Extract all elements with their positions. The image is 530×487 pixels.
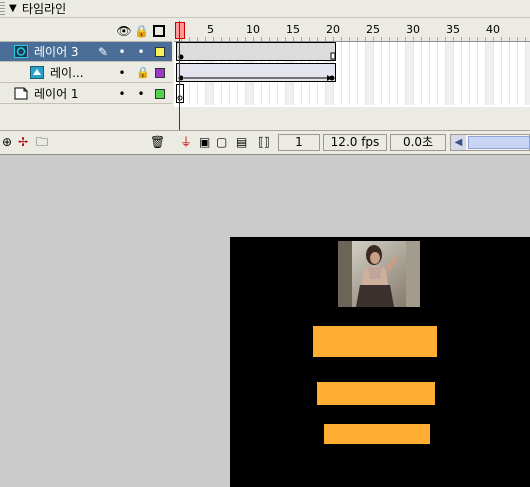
panel-grip[interactable] bbox=[0, 2, 5, 16]
delete-layer-icon[interactable]: 🗑 bbox=[150, 135, 165, 149]
layer-icon-movieclip bbox=[14, 45, 28, 58]
playhead[interactable] bbox=[175, 22, 185, 39]
photo-image bbox=[338, 241, 420, 307]
frame-ruler[interactable]: 1 5 10 15 20 25 30 35 40 bbox=[174, 21, 530, 42]
frames-area[interactable]: 1 5 10 15 20 25 30 35 40 bbox=[174, 21, 530, 107]
layer-3-frame-span[interactable] bbox=[176, 42, 336, 61]
ruler-label: 40 bbox=[486, 23, 500, 36]
timeline-status-bar: ⊕ ✢ 🗀 🗑 ⏚ ▣ ▢ ▤ ⟦⟧ 1 12.0 fps 0.0초 ◀ bbox=[0, 130, 530, 154]
ruler-label: 10 bbox=[246, 23, 260, 36]
menu-bar-3[interactable] bbox=[324, 424, 430, 444]
scroll-left-arrow-icon[interactable]: ◀ bbox=[451, 135, 466, 150]
ruler-label: 15 bbox=[286, 23, 300, 36]
modify-onion-markers-icon[interactable]: ⟦⟧ bbox=[258, 135, 270, 149]
timeline-panel: ▼ 타임라인 👁 🔒 레이어 3 ✎ • • 레이... • 🔒 레이어 1 •… bbox=[0, 0, 530, 155]
layer-name[interactable]: 레이... bbox=[50, 65, 84, 81]
collapse-arrow-icon[interactable]: ▼ bbox=[9, 1, 17, 17]
pencil-icon: ✎ bbox=[98, 45, 109, 59]
edit-multiple-frames-icon[interactable]: ▤ bbox=[236, 135, 247, 149]
keyframe-markers bbox=[178, 52, 336, 60]
panel-title[interactable]: 타임라인 bbox=[22, 1, 66, 17]
visibility-dot[interactable]: • bbox=[117, 65, 127, 81]
outline-color-swatch[interactable] bbox=[155, 89, 165, 99]
onion-skin-icon[interactable]: ▣ bbox=[199, 135, 210, 149]
frame-rate-field[interactable]: 12.0 fps bbox=[323, 134, 387, 151]
visibility-dot[interactable]: • bbox=[117, 44, 127, 60]
onion-skin-outlines-icon[interactable]: ▢ bbox=[216, 135, 227, 149]
ruler-label: 20 bbox=[326, 23, 340, 36]
layer-name[interactable]: 레이어 1 bbox=[34, 86, 79, 102]
current-frame-field: 1 bbox=[278, 134, 320, 151]
outline-all-icon[interactable] bbox=[153, 25, 165, 37]
add-motion-guide-icon[interactable]: ✢ bbox=[18, 135, 28, 149]
ruler-label: 5 bbox=[207, 23, 214, 36]
layer-1-keyframe[interactable] bbox=[176, 84, 188, 103]
menu-bar-2[interactable] bbox=[317, 382, 435, 405]
lock-all-icon[interactable]: 🔒 bbox=[134, 22, 149, 40]
tween-arrow bbox=[178, 75, 335, 81]
layer-list-header: 👁 🔒 bbox=[0, 21, 172, 42]
layer-2-tween-span[interactable] bbox=[176, 63, 336, 82]
insert-layer-icon[interactable]: ⊕ bbox=[2, 135, 12, 149]
lock-dot[interactable]: • bbox=[136, 86, 146, 102]
timeline-horizontal-scrollbar[interactable]: ◀ bbox=[450, 134, 530, 151]
visibility-dot[interactable]: • bbox=[117, 86, 127, 102]
insert-folder-icon[interactable]: 🗀 bbox=[36, 135, 48, 149]
layer-row-1[interactable]: 레이어 1 • • bbox=[0, 84, 172, 104]
mask-layer-icon bbox=[30, 66, 44, 79]
ruler-label: 30 bbox=[406, 23, 420, 36]
center-frame-icon[interactable]: ⏚ bbox=[180, 135, 192, 149]
photo-thumbnail[interactable] bbox=[338, 241, 420, 307]
outline-color-swatch[interactable] bbox=[155, 47, 165, 57]
outline-color-swatch[interactable] bbox=[155, 68, 165, 78]
menu-bar-1[interactable] bbox=[313, 326, 437, 357]
layer-row-2[interactable]: 레이... • 🔒 bbox=[0, 63, 172, 83]
guide-layer-icon bbox=[14, 87, 28, 100]
layer-row-3[interactable]: 레이어 3 ✎ • • bbox=[0, 42, 172, 62]
ruler-label: 35 bbox=[446, 23, 460, 36]
scroll-thumb[interactable] bbox=[468, 136, 530, 149]
show-hide-all-eye-icon[interactable]: 👁 bbox=[116, 22, 132, 40]
lock-icon[interactable]: 🔒 bbox=[136, 65, 150, 81]
ruler-label: 25 bbox=[366, 23, 380, 36]
stage-canvas[interactable] bbox=[230, 237, 530, 487]
panel-header[interactable]: ▼ 타임라인 bbox=[0, 0, 530, 18]
lock-dot[interactable]: • bbox=[136, 44, 146, 60]
elapsed-time-field: 0.0초 bbox=[390, 134, 446, 151]
layer-name[interactable]: 레이어 3 bbox=[34, 44, 79, 60]
